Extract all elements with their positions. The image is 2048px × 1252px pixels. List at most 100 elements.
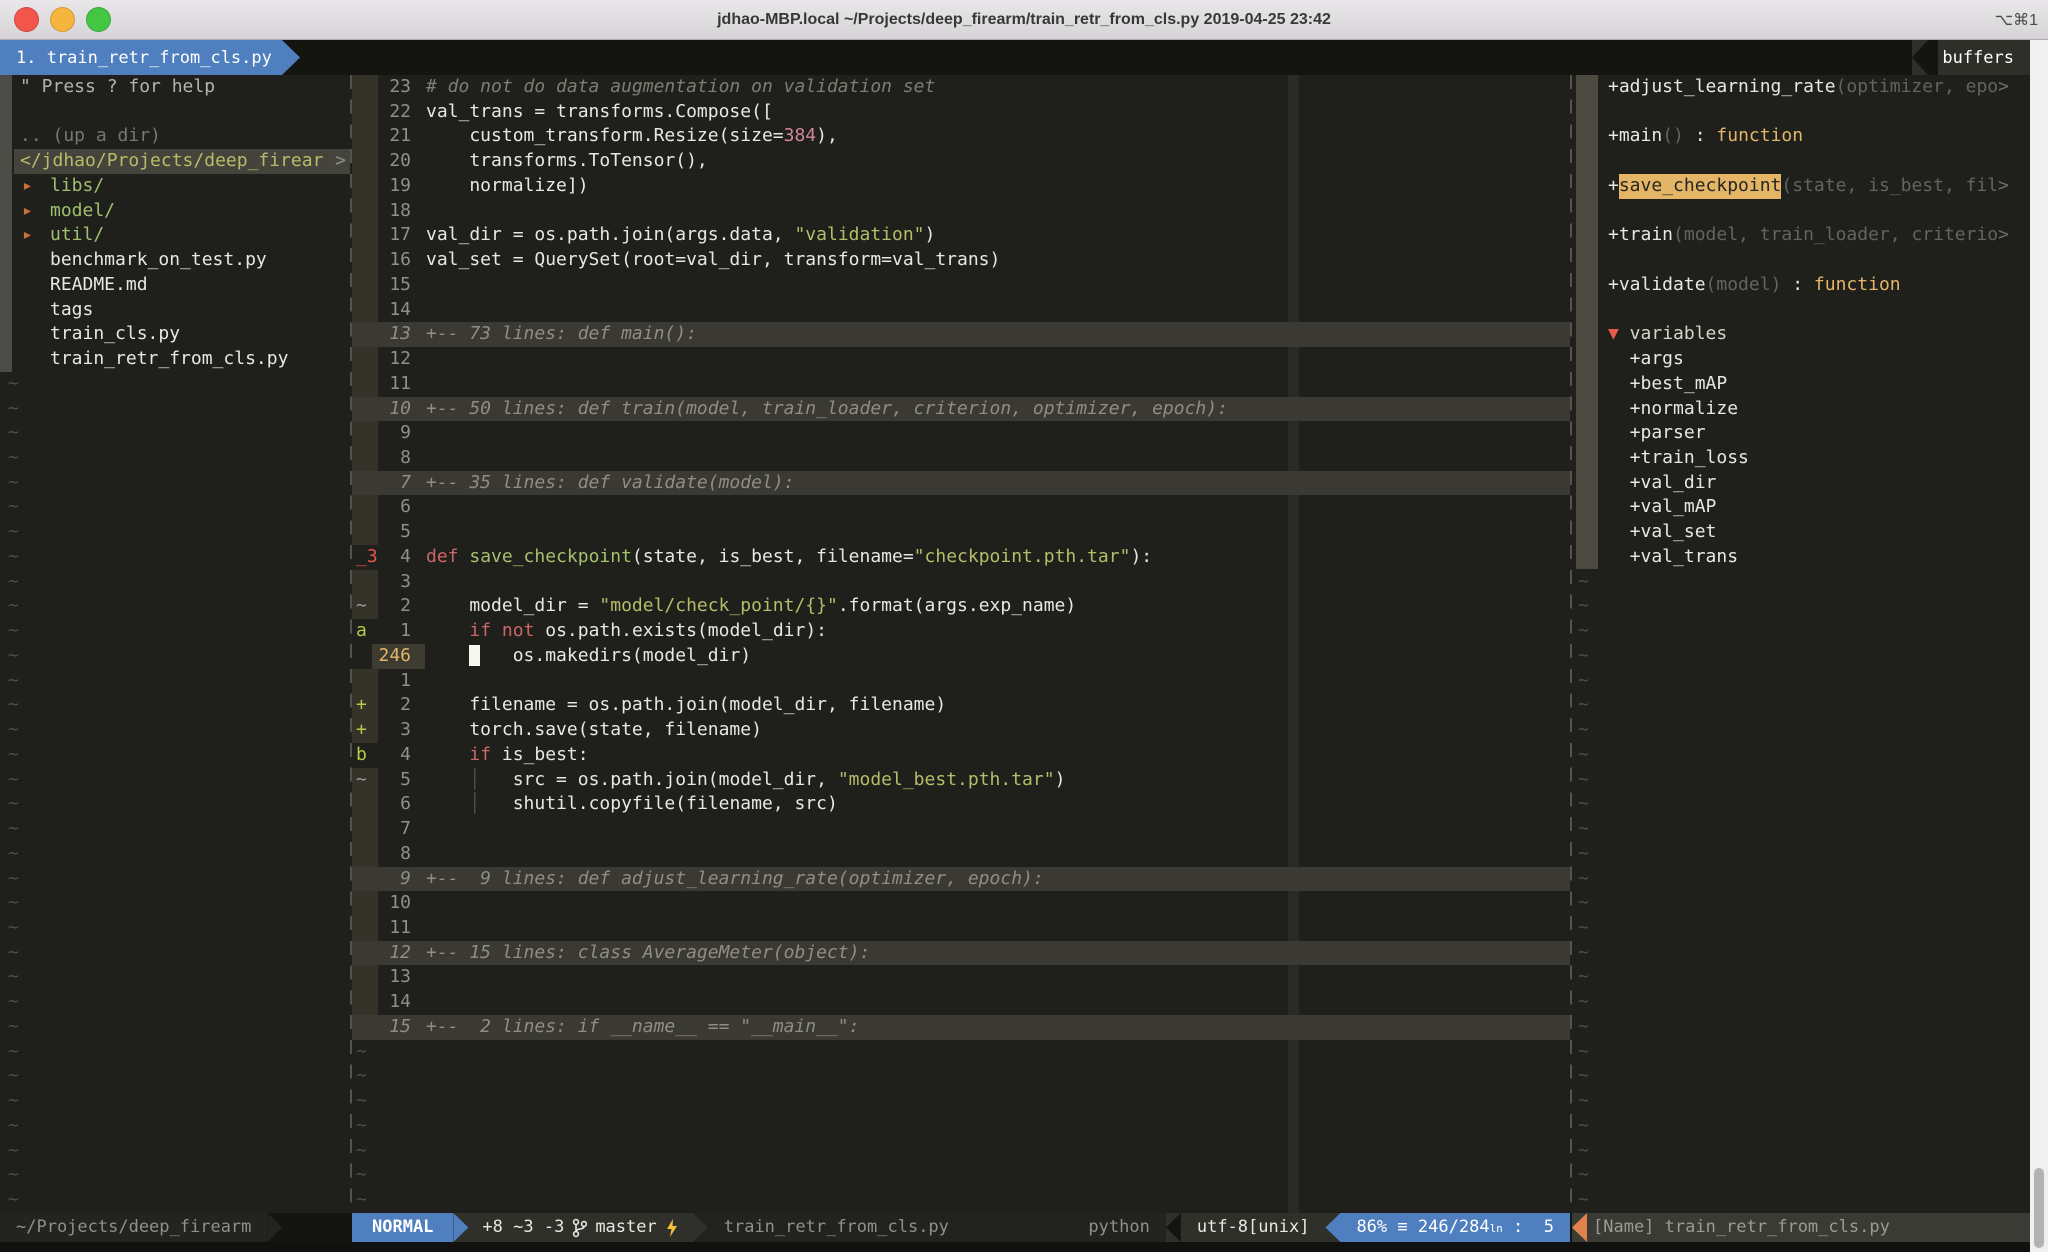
tree-updir-line[interactable]: .. (up a dir) [0,124,350,149]
tag-item[interactable]: +best_mAP [1572,372,2030,397]
code-text: +-- 50 lines: def train(model, train_loa… [426,397,1228,422]
dir-caret-icon[interactable]: ▸ [22,223,33,248]
tree-file-item[interactable]: README.md [0,273,350,298]
fold-line[interactable]: 7+-- 35 lines: def validate(model): [352,471,1570,496]
code-line[interactable]: 17val_dir = os.path.join(args.data, "val… [352,223,1570,248]
cursor-position: 246/284 [1418,1213,1490,1242]
line-number: 5 [378,768,411,793]
tree-file-item[interactable]: train_cls.py [0,322,350,347]
tree-root-path[interactable]: </jdhao/Projects/deep_firear> [14,149,350,174]
code-text: +-- 15 lines: class AverageMeter(object)… [426,941,870,966]
code-line[interactable]: b4 if is_best: [352,743,1570,768]
powerline-arrow [267,1213,282,1242]
code-line[interactable]: 23# do not do data augmentation on valid… [352,75,1570,100]
empty-line-marker: ~ [0,545,350,570]
code-line[interactable]: ~2 model_dir = "model/check_point/{}".fo… [352,594,1570,619]
empty-line-marker: ~ [0,867,350,892]
tab-train-retr-from-cls[interactable]: 1. train_retr_from_cls.py [0,40,282,75]
code-text: normalize]) [426,174,589,199]
tree-dir-item[interactable]: ▸util/ [0,223,350,248]
tree-file-item[interactable]: tags [0,298,350,323]
code-line[interactable]: 5 [352,520,1570,545]
code-line[interactable]: a1 if not os.path.exists(model_dir): [352,619,1570,644]
code-line[interactable]: 8 [352,446,1570,471]
code-editor-pane: 23# do not do data augmentation on valid… [352,75,1570,1213]
line-number: 1 [378,669,411,694]
minimize-window-button[interactable] [50,7,75,32]
line-number: 6 [378,792,411,817]
tag-item[interactable]: +save_checkpoint(state, is_best, fil> [1572,174,2030,199]
tag-item[interactable]: +normalize [1572,397,2030,422]
line-number: 11 [378,916,411,941]
code-line[interactable]: 11 [352,372,1570,397]
code-line[interactable]: 14 [352,990,1570,1015]
tree-file-item[interactable]: train_retr_from_cls.py [0,347,350,372]
code-line[interactable]: 6 │ shutil.copyfile(filename, src) [352,792,1570,817]
code-line[interactable]: 13 [352,965,1570,990]
empty-line-marker: ~ [0,495,350,520]
cursor-line[interactable]: 246 os.makedirs(model_dir) [352,644,1570,669]
code-line[interactable]: 20 transforms.ToTensor(), [352,149,1570,174]
code-line[interactable]: 21 custom_transform.Resize(size=384), [352,124,1570,149]
code-line[interactable]: 14 [352,298,1570,323]
tree-dir-item[interactable]: ▸libs/ [0,174,350,199]
code-text: torch.save(state, filename) [426,718,762,743]
line-number: 20 [378,149,411,174]
tag-item[interactable]: +args [1572,347,2030,372]
code-line[interactable]: 15 [352,273,1570,298]
tag-item[interactable]: +train(model, train_loader, criterio> [1572,223,2030,248]
code-line[interactable]: 10 [352,891,1570,916]
code-line[interactable]: 3 [352,570,1570,595]
window-separator-left[interactable] [350,75,352,1213]
code-line[interactable]: 12 [352,347,1570,372]
code-line[interactable]: 6 [352,495,1570,520]
buffers-label-segment: buffers [1938,40,2030,75]
window-separator-right[interactable] [1570,75,1572,1213]
code-line[interactable]: +3 torch.save(state, filename) [352,718,1570,743]
tag-item[interactable]: +validate(model) : function [1572,273,2030,298]
fold-line[interactable]: 10+-- 50 lines: def train(model, train_l… [352,397,1570,422]
code-line[interactable]: ~5 │ src = os.path.join(model_dir, "mode… [352,768,1570,793]
code-line[interactable]: 8 [352,842,1570,867]
empty-line-marker: ~ [0,471,350,496]
code-line[interactable]: 18 [352,199,1570,224]
tag-item[interactable]: +main() : function [1572,124,2030,149]
code-line[interactable]: 11 [352,916,1570,941]
zoom-window-button[interactable] [86,7,111,32]
dir-caret-icon[interactable]: ▸ [22,199,33,224]
fold-line[interactable]: 13+-- 73 lines: def main(): [352,322,1570,347]
terminal-scrollbar-thumb[interactable] [2034,1168,2044,1248]
fold-line[interactable]: 12+-- 15 lines: class AverageMeter(objec… [352,941,1570,966]
fold-line[interactable]: 15+-- 2 lines: if __name__ == "__main__"… [352,1015,1570,1040]
tree-dir-item[interactable]: ▸model/ [0,199,350,224]
tag-item[interactable]: +val_dir [1572,471,2030,496]
code-line[interactable]: 1 [352,669,1570,694]
code-line[interactable]: 9 [352,421,1570,446]
command-line[interactable] [0,1242,2030,1252]
fold-line[interactable]: 9+-- 9 lines: def adjust_learning_rate(o… [352,867,1570,892]
close-window-button[interactable] [14,7,39,32]
tree-item-label: train_cls.py [50,322,180,347]
dir-caret-icon[interactable]: ▸ [22,174,33,199]
tag-item[interactable]: +val_mAP [1572,495,2030,520]
tag-item[interactable]: +parser [1572,421,2030,446]
tag-item[interactable]: +train_loss [1572,446,2030,471]
tag-item[interactable]: +adjust_learning_rate(optimizer, epo> [1572,75,2030,100]
code-line[interactable]: _34def save_checkpoint(state, is_best, f… [352,545,1570,570]
empty-line-marker: ~ [1572,619,2030,644]
code-line[interactable]: 22val_trans = transforms.Compose([ [352,100,1570,125]
tag-item[interactable]: +val_trans [1572,545,2030,570]
tag-item[interactable]: +val_set [1572,520,2030,545]
code-line[interactable]: 7 [352,817,1570,842]
code-token: +main [1608,124,1662,149]
line-number: 11 [378,372,411,397]
tree-file-item[interactable]: benchmark_on_test.py [0,248,350,273]
code-token: +-- 9 lines: def adjust_learning_rate(op… [426,868,1044,889]
code-token: filename = os.path.join(model_dir, filen… [426,694,946,715]
code-token: if [469,620,491,641]
code-line[interactable]: 19 normalize]) [352,174,1570,199]
code-line[interactable]: 16val_set = QuerySet(root=val_dir, trans… [352,248,1570,273]
tag-item[interactable]: ▼ variables [1572,322,2030,347]
terminal-scrollbar-track[interactable] [2030,40,2048,1252]
code-line[interactable]: +2 filename = os.path.join(model_dir, fi… [352,693,1570,718]
